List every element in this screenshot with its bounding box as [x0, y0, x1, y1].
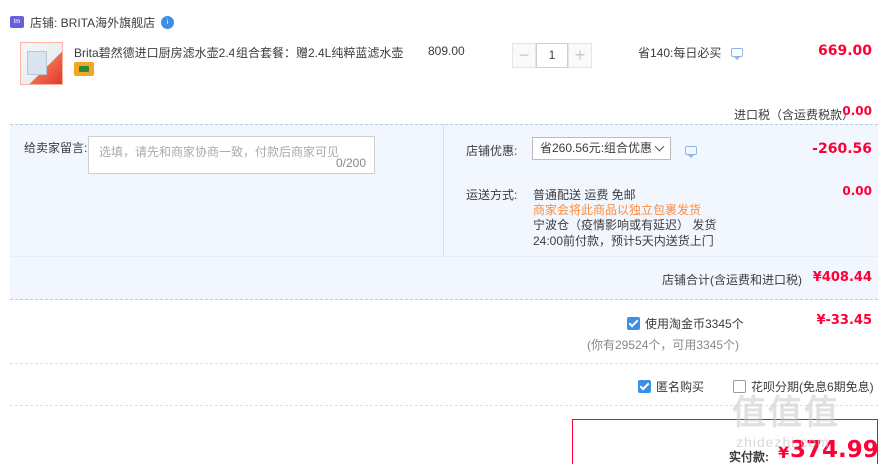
coins-checkbox[interactable]: [627, 317, 640, 330]
anonymous-checkbox[interactable]: [638, 380, 651, 393]
store-promo-select[interactable]: 省260.56元:组合优惠: [532, 137, 671, 160]
watermark-logo: 值值值: [732, 394, 840, 432]
unit-price: 809.00: [428, 44, 465, 58]
wangwang-chat-icon[interactable]: i: [161, 15, 175, 29]
store-header: tm 店铺: BRITA海外旗舰店 i: [10, 12, 175, 32]
anonymous-option[interactable]: 匿名购买: [638, 378, 704, 395]
quantity-stepper: − 1 +: [512, 43, 592, 68]
seller-message-input[interactable]: 选填，请先和商家协商一致，付款后商家可见 0/200: [88, 136, 375, 174]
import-tax-value: 0.00: [842, 104, 872, 118]
tmall-store-icon: tm: [10, 16, 24, 28]
item-total-price: 669.00: [817, 43, 872, 59]
anonymous-label: 匿名购买: [656, 380, 705, 394]
item-promo-note: 省140:每日必买: [638, 44, 743, 61]
shipping-fee-value: 0.00: [842, 184, 872, 198]
store-name-link[interactable]: 店铺: BRITA海外旗舰店: [30, 14, 155, 31]
coins-available: (你有29524个，可用3345个): [587, 338, 740, 352]
panel-separator: [10, 256, 878, 257]
chevron-down-icon: [654, 141, 665, 152]
shipping-warehouse: 宁波仓（疫情影响或有延迟） 发货: [533, 218, 717, 232]
shipping-label: 运送方式:: [466, 188, 518, 202]
coins-discount-value: ¥-33.45: [816, 313, 872, 328]
quantity-decrease-button[interactable]: −: [512, 43, 536, 68]
seller-message-counter: 0/200: [335, 156, 366, 170]
seller-message-placeholder: 选填，请先和商家协商一致，付款后商家可见: [99, 145, 340, 159]
store-subtotal-value: ¥408.44: [812, 270, 872, 285]
watermark-url: zhidezhi.com: [736, 434, 830, 450]
product-sku: 组合套餐：赠2.4L纯粹蓝滤水壶: [236, 46, 404, 60]
import-tax-label: 进口税（含运费税款）: [734, 108, 855, 122]
store-subtotal-label: 店铺合计(含运费和进口税): [662, 273, 802, 287]
store-promo-selected: 省260.56元:组合优惠: [540, 141, 653, 155]
item-promo-text: 省140:每日必买: [638, 46, 722, 60]
panel-divider: [443, 124, 444, 256]
seller-message-label: 给卖家留言:: [24, 141, 88, 155]
store-promo-label: 店铺优惠:: [466, 144, 518, 158]
coins-option[interactable]: 使用淘金币3345个: [627, 315, 744, 332]
product-title-link[interactable]: Brita碧然德进口厨房滤水壶2.4...: [74, 44, 234, 61]
quantity-increase-button[interactable]: +: [568, 43, 592, 68]
coupon-tag-icon: [74, 62, 94, 76]
coins-label: 使用淘金币3345个: [645, 317, 744, 331]
payment-label: 实付款:: [729, 450, 769, 464]
quantity-input[interactable]: 1: [536, 43, 568, 68]
product-thumbnail[interactable]: [20, 42, 63, 85]
store-promo-info-icon[interactable]: [685, 146, 697, 158]
promo-info-icon[interactable]: [730, 48, 743, 60]
shipping-eta: 24:00前付款，预计5天内送货上门: [533, 234, 714, 248]
divider: [10, 363, 878, 364]
store-promo-value: -260.56: [812, 141, 872, 157]
